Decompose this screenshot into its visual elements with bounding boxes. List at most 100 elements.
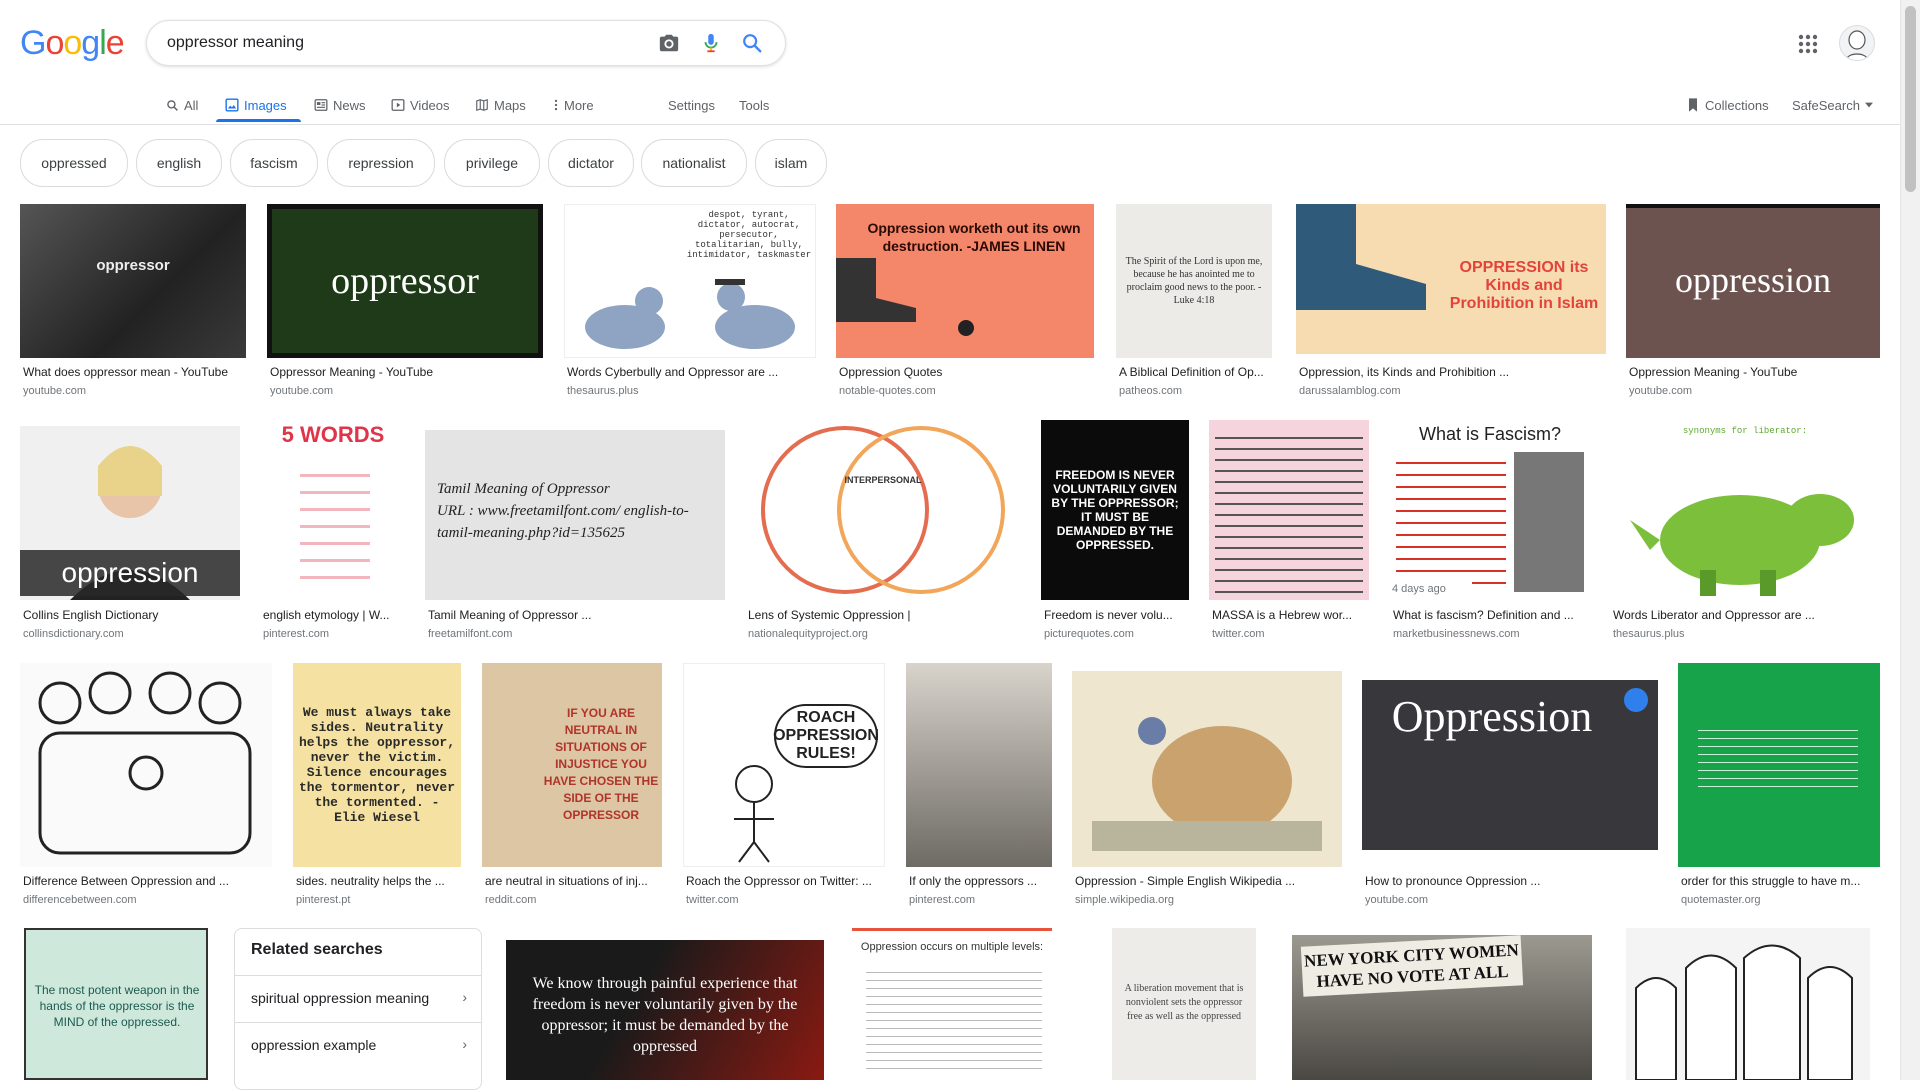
search-icon[interactable] — [741, 32, 763, 54]
gravestones-drawing-icon — [1635, 944, 1853, 1080]
image-result[interactable]: despot, tyrant, dictator, autocrat, pers… — [564, 204, 816, 400]
result-caption: What is fascism? Definition and ... — [1393, 608, 1574, 622]
image-result[interactable]: ROACH OPPRESSION RULES! Roach the Oppres… — [683, 663, 885, 911]
related-search-item[interactable]: spiritual oppression meaning › — [235, 975, 481, 1022]
chevron-right-icon: › — [462, 1036, 467, 1052]
chip-islam[interactable]: islam — [755, 139, 827, 187]
image-result[interactable]: We must always take sides. Neutrality he… — [293, 663, 461, 911]
image-result[interactable]: If only the oppressors ... pinterest.com — [906, 663, 1052, 911]
result-caption: Difference Between Oppression and ... — [23, 874, 229, 888]
image-result[interactable]: FREEDOM IS NEVER VOLUNTARILY GIVEN BY TH… — [1041, 420, 1189, 642]
tab-news[interactable]: News — [314, 90, 366, 120]
image-result[interactable]: Oppression worketh out its own destructi… — [836, 204, 1094, 400]
image-result[interactable]: Oppression - Simple English Wikipedia ..… — [1072, 663, 1342, 911]
image-result[interactable]: NEW YORK CITY WOMEN HAVE NO VOTE AT ALL — [1292, 935, 1592, 1080]
result-caption: Oppression Quotes — [839, 365, 943, 379]
image-result[interactable]: synonyms for liberator: Words Liberator … — [1610, 420, 1880, 642]
tab-label: Settings — [668, 97, 715, 113]
thumbnail-text: despot, tyrant, dictator, autocrat, pers… — [686, 210, 812, 260]
chip-nationalist[interactable]: nationalist — [641, 139, 747, 187]
collections-button[interactable]: Collections — [1686, 90, 1769, 120]
result-caption: If only the oppressors ... — [909, 874, 1038, 888]
image-icon — [225, 98, 239, 112]
logo-letter: g — [81, 24, 100, 62]
related-search-item[interactable]: oppression example › — [235, 1022, 481, 1069]
result-source: reddit.com — [485, 894, 537, 906]
image-result[interactable]: oppression Oppression Meaning - YouTube … — [1626, 204, 1880, 400]
search-box[interactable]: oppressor meaning — [146, 20, 786, 66]
image-result[interactable]: The Spirit of the Lord is upon me, becau… — [1116, 204, 1272, 400]
scrollbar-thumb[interactable] — [1905, 6, 1916, 192]
google-logo[interactable]: Google — [20, 24, 125, 63]
image-result[interactable]: Tamil Meaning of Oppressor URL : www.fre… — [425, 420, 725, 642]
tab-more[interactable]: More — [553, 90, 594, 120]
image-result[interactable] — [1626, 928, 1870, 1080]
chevron-right-icon: › — [462, 989, 467, 1005]
image-result[interactable]: Oppression How to pronounce Oppression .… — [1362, 663, 1658, 911]
camera-icon[interactable] — [658, 32, 680, 54]
page-scrollbar[interactable] — [1900, 0, 1920, 1080]
image-result[interactable]: Oppression occurs on multiple levels: — [852, 928, 1052, 1080]
image-result[interactable]: order for this struggle to have m... quo… — [1678, 663, 1880, 911]
logo-letter: G — [20, 24, 46, 62]
chip-oppressed[interactable]: oppressed — [20, 139, 128, 187]
image-result[interactable]: IF YOU ARE NEUTRAL IN SITUATIONS OF INJU… — [482, 663, 662, 911]
venn-diagram-icon — [761, 426, 1005, 594]
image-result[interactable]: Difference Between Oppression and ... di… — [20, 663, 272, 911]
safesearch-label: SafeSearch — [1792, 97, 1860, 113]
tab-tools[interactable]: Tools — [739, 90, 769, 120]
chip-privilege[interactable]: privilege — [444, 139, 540, 187]
image-result[interactable]: oppression Collins English Dictionary co… — [20, 420, 240, 642]
tab-maps[interactable]: Maps — [475, 90, 526, 120]
chip-dictator[interactable]: dictator — [548, 139, 634, 187]
result-thumbnail: The Spirit of the Lord is upon me, becau… — [1116, 204, 1272, 358]
result-caption: sides. neutrality helps the ... — [296, 874, 445, 888]
result-thumbnail: INTERPERSONAL — [745, 420, 1021, 600]
map-icon — [476, 98, 488, 112]
microphone-icon[interactable] — [700, 32, 722, 54]
tab-all[interactable]: All — [166, 90, 198, 120]
image-result[interactable]: INTERPERSONAL Lens of Systemic Oppressio… — [745, 420, 1021, 642]
result-source: differencebetween.com — [23, 894, 137, 906]
result-caption: Words Liberator and Oppressor are ... — [1613, 608, 1815, 622]
chip-fascism[interactable]: fascism — [230, 139, 318, 187]
account-avatar[interactable] — [1839, 25, 1875, 61]
image-result[interactable]: oppressor What does oppressor mean - You… — [20, 204, 246, 400]
dinosaur-illustration-icon — [1630, 494, 1854, 596]
thumbnail-text: OPPRESSION its Kinds and Prohibition in … — [1449, 259, 1599, 312]
tab-settings[interactable]: Settings — [668, 90, 715, 120]
tab-videos[interactable]: Videos — [391, 90, 450, 120]
result-caption: Freedom is never volu... — [1044, 608, 1173, 622]
apps-grid-icon[interactable] — [1796, 32, 1820, 56]
safesearch-dropdown[interactable]: SafeSearch — [1792, 90, 1873, 120]
thumbnail-text: oppressor — [331, 260, 479, 302]
thumbnail-text: ROACH OPPRESSION RULES! — [773, 704, 879, 768]
search-input[interactable]: oppressor meaning — [167, 34, 304, 52]
image-result[interactable]: A liberation movement that is nonviolent… — [1112, 928, 1256, 1080]
result-caption: Oppression, its Kinds and Prohibition ..… — [1299, 365, 1510, 379]
image-result[interactable]: oppressor Oppressor Meaning - YouTube yo… — [267, 204, 543, 400]
thumbnail-lines — [1396, 452, 1506, 592]
result-thumbnail: despot, tyrant, dictator, autocrat, pers… — [564, 204, 816, 358]
tab-label: All — [184, 97, 199, 113]
cartoon-drawing-icon — [734, 765, 774, 863]
related-searches-title: Related searches — [251, 941, 383, 958]
result-caption: order for this struggle to have m... — [1681, 874, 1861, 888]
image-result[interactable]: 5 WORDS english etymology | W... pintere… — [260, 420, 406, 642]
chip-repression[interactable]: repression — [327, 139, 435, 187]
image-result[interactable]: We know through painful experience that … — [506, 940, 824, 1080]
image-result[interactable]: MASSA is a Hebrew wor... twitter.com — [1209, 420, 1369, 642]
result-thumbnail: oppression — [20, 426, 240, 600]
related-search-label: oppression example — [251, 1037, 377, 1053]
image-result[interactable]: What is Fascism? 4 days ago What is fasc… — [1390, 420, 1590, 642]
chip-english[interactable]: english — [136, 139, 222, 187]
image-result[interactable]: OPPRESSION its Kinds and Prohibition in … — [1296, 204, 1606, 400]
result-source: darussalamblog.com — [1299, 385, 1401, 397]
thumbnail-text: 5 WORDS — [281, 422, 385, 447]
image-result[interactable]: The most potent weapon in the hands of t… — [24, 928, 208, 1080]
tab-label: News — [333, 97, 366, 113]
result-thumbnail: oppressor — [20, 204, 246, 358]
result-thumbnail: ROACH OPPRESSION RULES! — [683, 663, 885, 867]
result-thumbnail — [1626, 928, 1870, 1080]
tab-images[interactable]: Images — [225, 90, 287, 120]
